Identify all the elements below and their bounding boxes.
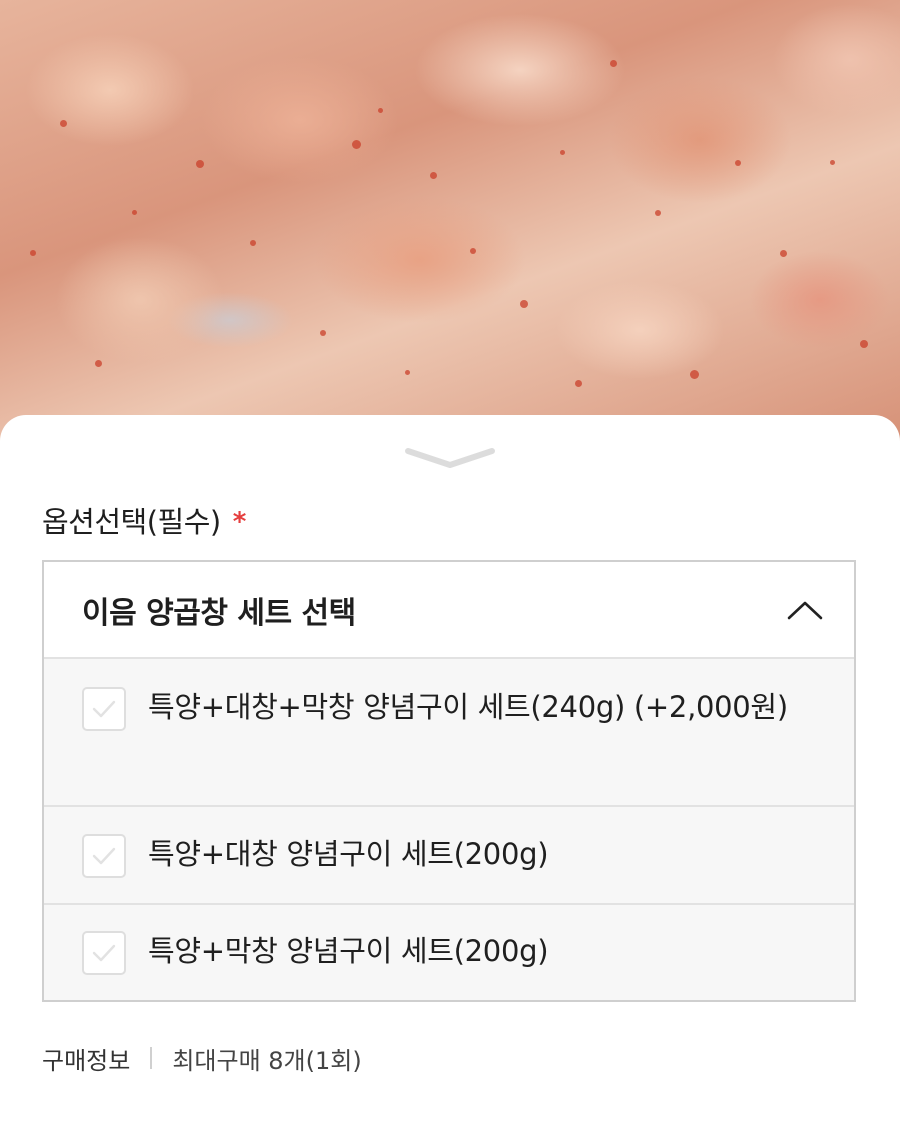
chevron-up-icon bbox=[787, 601, 823, 619]
required-mark: * bbox=[232, 507, 247, 537]
chevron-down-icon bbox=[405, 448, 495, 468]
option-label: 특양+대창 양념구이 세트(200g) bbox=[148, 837, 549, 871]
purchase-info-label: 구매정보 bbox=[42, 1046, 131, 1075]
sheet-handle-button[interactable] bbox=[404, 445, 496, 471]
purchase-info-value: 최대구매 8개(1회) bbox=[172, 1046, 362, 1075]
check-icon bbox=[92, 847, 116, 865]
option-item[interactable]: 특양+막창 양념구이 세트(200g) bbox=[44, 905, 854, 998]
option-label: 특양+대창+막창 양념구이 세트(240g) (+2,000원) bbox=[148, 690, 788, 724]
option-title-row: 옵션선택(필수) * bbox=[42, 495, 246, 545]
product-image bbox=[0, 0, 900, 460]
screen: 옵션선택(필수) * 이음 양곱창 세트 선택 특양+대창+막창 양념구이 세트… bbox=[0, 0, 900, 1133]
set-select-label: 이음 양곱창 세트 선택 bbox=[82, 595, 356, 631]
option-bottom-sheet: 옵션선택(필수) * 이음 양곱창 세트 선택 특양+대창+막창 양념구이 세트… bbox=[0, 415, 900, 1133]
divider bbox=[150, 1047, 153, 1069]
option-label: 특양+막창 양념구이 세트(200g) bbox=[148, 934, 549, 968]
check-icon bbox=[92, 944, 116, 962]
option-title: 옵션선택(필수) bbox=[42, 505, 221, 539]
check-icon bbox=[92, 700, 116, 718]
option-checkbox[interactable] bbox=[82, 834, 126, 878]
set-select-dropdown: 이음 양곱창 세트 선택 특양+대창+막창 양념구이 세트(240g) (+2,… bbox=[42, 560, 856, 1002]
set-select-toggle[interactable]: 이음 양곱창 세트 선택 bbox=[44, 562, 854, 659]
option-item[interactable]: 특양+대창 양념구이 세트(200g) bbox=[44, 807, 854, 905]
option-checkbox[interactable] bbox=[82, 931, 126, 975]
option-item[interactable]: 특양+대창+막창 양념구이 세트(240g) (+2,000원) bbox=[44, 659, 854, 807]
purchase-info: 구매정보 최대구매 8개(1회) bbox=[42, 1040, 362, 1076]
option-checkbox[interactable] bbox=[82, 687, 126, 731]
